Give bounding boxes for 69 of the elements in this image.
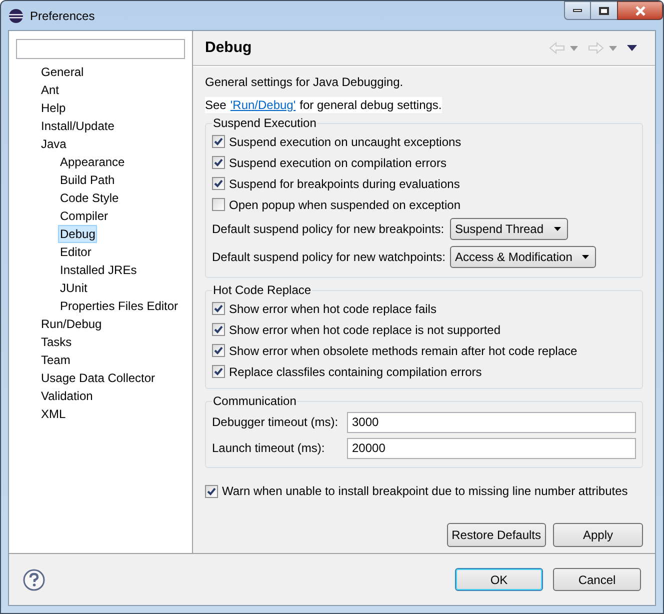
tree-item[interactable]: Build Path: [58, 171, 117, 189]
cancel-button[interactable]: Cancel: [553, 568, 641, 591]
checkbox[interactable]: [205, 484, 218, 498]
tree-item[interactable]: Java: [39, 135, 68, 153]
page-title: Debug: [205, 38, 252, 58]
dropdown[interactable]: Access & Modification: [450, 246, 596, 268]
tree-item[interactable]: Usage Data Collector: [39, 369, 158, 387]
field-label: Default suspend policy for new watchpoints:: [212, 249, 446, 266]
tree-item[interactable]: Appearance: [58, 153, 127, 171]
tree-item[interactable]: JUnit: [58, 279, 90, 297]
restore-defaults-button[interactable]: Restore Defaults: [446, 523, 546, 547]
checkbox-label: Show error when hot code replace is not supported: [229, 322, 500, 338]
tree-item[interactable]: Help: [39, 99, 68, 117]
ok-button[interactable]: OK: [455, 568, 543, 591]
field-label: Default suspend policy for new breakpoints:: [212, 221, 446, 238]
tree-item[interactable]: General: [39, 63, 86, 81]
description-text: General settings for Java Debugging.: [205, 74, 404, 91]
field-label: Launch timeout (ms):: [212, 440, 326, 457]
caret-icon: [554, 227, 561, 231]
group-title: Communication: [212, 393, 298, 409]
tree-item[interactable]: Debug: [58, 225, 98, 243]
tree-item[interactable]: Team: [39, 351, 72, 369]
checkbox-label: Open popup when suspended on exception: [229, 196, 461, 214]
checkbox[interactable]: [212, 344, 225, 357]
tree-item[interactable]: Validation: [39, 387, 95, 405]
checkbox[interactable]: [212, 302, 225, 315]
app-icon: [8, 8, 24, 24]
input-field[interactable]: 3000: [347, 412, 636, 432]
checkbox[interactable]: [212, 365, 225, 378]
checkbox-label: Suspend execution on uncaught exceptions: [229, 134, 462, 150]
tree-item[interactable]: Compiler: [58, 207, 110, 225]
checkbox[interactable]: [212, 177, 225, 190]
tree-item[interactable]: XML: [39, 405, 68, 423]
field-label: Debugger timeout (ms):: [212, 414, 340, 431]
link-prefix-text: See: [205, 97, 226, 114]
tree-item[interactable]: Installed JREs: [58, 261, 139, 279]
group-title: Suspend Execution: [212, 115, 318, 131]
checkbox-label: Suspend for breakpoints during evaluations: [229, 176, 460, 192]
close-button[interactable]: [617, 1, 663, 20]
checkbox-label: Show error when obsolete methods remain after hot code replace: [229, 342, 578, 360]
view-menu-icon[interactable]: [627, 45, 637, 51]
checkbox-label: Replace classfiles containing compilation errors: [229, 364, 482, 380]
checkbox[interactable]: [212, 323, 225, 336]
run-debug-link[interactable]: 'Run/Debug': [230, 96, 296, 114]
maximize-button[interactable]: [591, 1, 617, 20]
tree-item[interactable]: Editor: [58, 243, 94, 261]
tree-item[interactable]: Ant: [39, 81, 62, 99]
window-title: Preferences: [30, 8, 95, 24]
checkbox[interactable]: [212, 156, 225, 169]
tree-item[interactable]: Code Style: [58, 189, 121, 207]
filter-field[interactable]: [16, 39, 185, 59]
dropdown[interactable]: Suspend Thread: [450, 218, 568, 240]
apply-button[interactable]: Apply: [553, 523, 643, 547]
checkbox-label: Warn when unable to install breakpoint due to missing line number attributes: [222, 483, 628, 500]
checkbox-label: Suspend execution on compilation errors: [229, 154, 446, 172]
input-field[interactable]: 20000: [347, 438, 636, 458]
checkbox[interactable]: [212, 135, 225, 148]
group-title: Hot Code Replace: [212, 282, 312, 298]
checkbox-label: Show error when hot code replace fails: [229, 300, 436, 318]
checkbox[interactable]: [212, 198, 225, 211]
tree-item[interactable]: Run/Debug: [39, 315, 104, 333]
minimize-button[interactable]: [564, 1, 591, 20]
link-suffix-text: for general debug settings.: [300, 97, 442, 114]
caret-icon: [582, 255, 590, 259]
close-icon: [634, 6, 646, 16]
tree-item[interactable]: Install/Update: [39, 117, 116, 135]
tree-item[interactable]: Properties Files Editor: [58, 297, 180, 315]
tree-item[interactable]: Tasks: [39, 333, 74, 351]
help-icon[interactable]: [23, 568, 45, 590]
